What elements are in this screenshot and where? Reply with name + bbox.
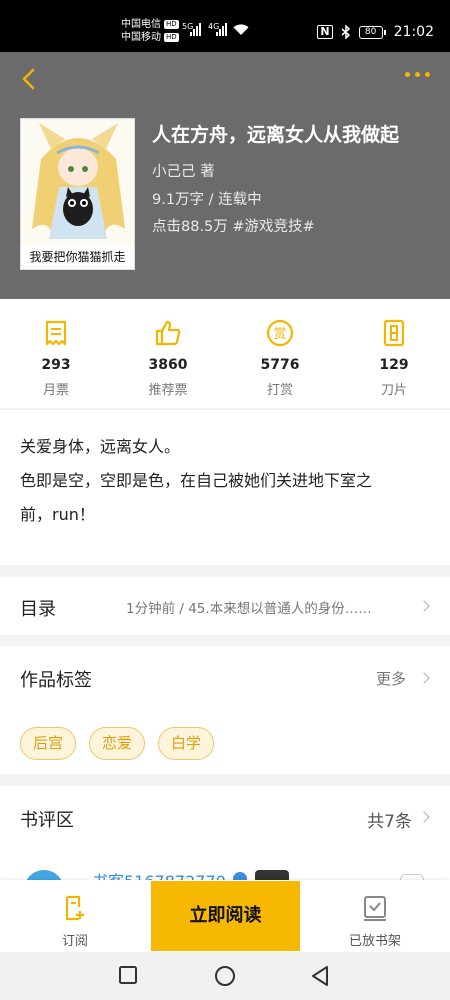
status-bar: 中国电信 HD 中国移动 HD 5G 4G N 80 21:02 [0, 0, 450, 52]
cover-caption: 我要把你猫猫抓走 [21, 245, 134, 269]
book-header: 我要把你猫猫抓走 人在方舟，远离女人从我做起 小己己 著 9.1万字 / 连载中… [0, 52, 450, 299]
chevron-right-icon[interactable] [418, 811, 430, 823]
bookshelf-button[interactable]: 已放书架 [300, 880, 450, 952]
tag-chip[interactable]: 白学 [158, 727, 214, 760]
stat-value: 293 [41, 357, 71, 373]
carrier-1: 中国电信 [121, 19, 161, 30]
clock: 21:02 [393, 24, 434, 40]
back-chevron-icon[interactable] [18, 66, 42, 92]
book-word-count-status: 9.1万字 / 连载中 [152, 192, 262, 208]
bluetooth-icon [341, 25, 350, 39]
stat-value: 129 [379, 357, 409, 373]
status-right: N 80 21:02 [317, 24, 434, 40]
hd-badge-2: HD [164, 33, 179, 42]
subscribe-label: 订阅 [61, 934, 88, 949]
carrier-2: 中国移动 [121, 32, 161, 43]
tags-more-link[interactable]: 更多 [376, 668, 406, 689]
more-dots-icon[interactable] [405, 72, 430, 77]
book-description[interactable]: 关爱身体，远离女人。 色即是空，空即是色，在自己被她们关进地下室之 前，run！ [0, 409, 450, 565]
stat-label: 月票 [42, 383, 69, 398]
tags-section: 作品标签 更多 后宫 恋爱 白学 [0, 646, 450, 774]
description-line: 色即是空，空即是色，在自己被她们关进地下室之 [20, 471, 373, 490]
battery-level: 80 [358, 25, 383, 39]
nfc-icon: N [317, 25, 333, 39]
reward-coin-icon: 赏 [266, 319, 294, 347]
signal-icon [190, 23, 201, 36]
chevron-right-icon[interactable] [418, 672, 430, 684]
subscribe-button[interactable]: 订阅 [0, 880, 150, 952]
system-navigation-bar [0, 952, 450, 1000]
chevron-right-icon [418, 600, 430, 612]
stat-value: 5776 [260, 357, 300, 373]
stat-reward[interactable]: 赏 5776 打赏 [224, 299, 336, 408]
wifi-icon [233, 24, 249, 35]
read-now-button[interactable]: 立即阅读 [151, 881, 300, 951]
tags-title: 作品标签 [20, 670, 92, 691]
signal-icon-2 [216, 23, 227, 36]
cover-illustration [21, 119, 134, 247]
circle-icon[interactable] [214, 965, 236, 987]
reviews-section: 书评区 共7条 书客5167872770 [0, 786, 450, 910]
thumbs-up-icon [155, 320, 181, 346]
stats-row: 293 月票 3860 推荐票 赏 5776 打赏 129 刀片 [0, 299, 450, 408]
carrier-info: 中国电信 HD 中国移动 HD [121, 18, 179, 44]
bookshelf-added-icon [364, 896, 386, 921]
bookshelf-label: 已放书架 [348, 934, 401, 949]
catalog-row[interactable]: 目录 1分钟前 / 45.本来想以普通人的身份…… [0, 577, 450, 635]
description-line: 关爱身体，远离女人。 [20, 437, 181, 456]
stat-recommend-ticket[interactable]: 3860 推荐票 [112, 299, 224, 408]
book-author[interactable]: 小己己 著 [152, 160, 215, 181]
reviews-count[interactable]: 共7条 [367, 807, 412, 832]
book-cover[interactable]: 我要把你猫猫抓走 [20, 118, 135, 270]
catalog-title: 目录 [20, 599, 56, 620]
hd-badge-1: HD [164, 20, 179, 29]
stat-blade[interactable]: 129 刀片 [338, 299, 450, 408]
book-clicks-genre: 点击88.5万 #游戏竞技# [152, 219, 315, 235]
stat-label: 打赏 [266, 383, 293, 398]
tag-chip[interactable]: 恋爱 [89, 727, 145, 760]
stat-value: 3860 [148, 357, 188, 373]
ticket-icon [45, 320, 67, 346]
stat-monthly-ticket[interactable]: 293 月票 [0, 299, 112, 408]
tag-chip[interactable]: 后宫 [20, 727, 76, 760]
battery-icon: 80 [358, 25, 386, 39]
stat-label: 刀片 [380, 383, 407, 398]
reviews-title: 书评区 [20, 810, 74, 831]
book-title: 人在方舟，远离女人从我做起 [152, 124, 400, 146]
blade-card-icon [383, 319, 405, 347]
svg-text:赏: 赏 [273, 327, 286, 342]
latest-chapter: 1分钟前 / 45.本来想以普通人的身份…… [126, 601, 372, 617]
subscribe-icon [65, 895, 84, 921]
description-line: 前，run！ [20, 505, 95, 524]
triangle-back-icon[interactable] [310, 965, 330, 987]
stat-label: 推荐票 [148, 383, 188, 398]
square-icon[interactable] [118, 965, 138, 985]
